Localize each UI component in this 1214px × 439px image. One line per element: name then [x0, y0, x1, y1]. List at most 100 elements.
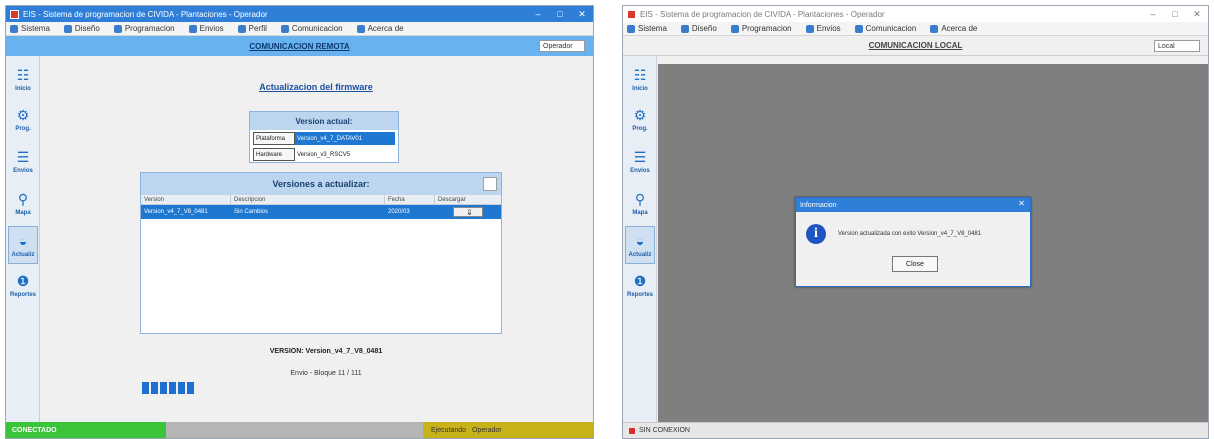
- dialog-ok-button[interactable]: Close: [892, 256, 938, 272]
- status-bar: CONECTADO Ejecutando Operador: [6, 422, 593, 438]
- minimize-icon[interactable]: –: [1142, 6, 1164, 22]
- close-icon[interactable]: ✕: [571, 6, 593, 22]
- dialog-body: i Version actualizada con exito Version_…: [796, 212, 1030, 244]
- maximize-icon[interactable]: □: [549, 6, 571, 22]
- pencil-icon: [63, 24, 72, 33]
- progress-block: [178, 382, 185, 394]
- map-pin-icon: ⚲: [17, 190, 29, 207]
- info-icon: i: [806, 224, 826, 244]
- sidebar-item-prog[interactable]: ⚙ Prog.: [8, 100, 38, 138]
- sidebar: ☷ Inicio ⚙ Prog. ☰ Envios ⚲ Mapa ◒ Actualiz ❶…: [623, 56, 657, 422]
- chart-icon: ❶: [633, 272, 647, 289]
- local-communication-window: EIS - Sistema de programacion de CIVIDA …: [622, 5, 1209, 439]
- user-select[interactable]: Operador: [539, 40, 585, 52]
- menu-item-perfil[interactable]: Perfil: [237, 24, 267, 33]
- connection-status: CONECTADO: [12, 426, 57, 434]
- mode-select[interactable]: Local: [1154, 40, 1200, 52]
- operator-status: Operador: [472, 426, 502, 434]
- sidebar-item-reportes[interactable]: ❶ Reportes: [8, 266, 38, 304]
- progress-block: [187, 382, 194, 394]
- send-icon: [805, 24, 814, 33]
- info-icon: [356, 24, 365, 33]
- disconnected-icon: [629, 427, 635, 434]
- menu-item-envios[interactable]: Envios: [188, 24, 224, 33]
- list-icon: ☰: [633, 148, 647, 165]
- home-icon: ☷: [633, 66, 647, 83]
- main-content: Actualizacion del firmware Version actua…: [41, 56, 593, 422]
- menu-item-programacion[interactable]: Programacion: [113, 24, 175, 33]
- menu-bar: Sistema Diseño Programacion Envios Comun…: [623, 22, 1208, 36]
- current-version-value[interactable]: Version_v4_7_DATAV01: [295, 132, 395, 145]
- section-title: COMUNICACION LOCAL: [868, 41, 963, 50]
- window-controls: – □ ✕: [1142, 6, 1208, 22]
- current-version-value[interactable]: Version_v3_RSCV5: [295, 148, 395, 161]
- sidebar-item-prog[interactable]: ⚙ Prog.: [625, 100, 655, 138]
- sidebar: ☷ Inicio ⚙ Prog. ☰ Envios ⚲ Mapa ◒ Actualiz ❶…: [6, 56, 40, 422]
- info-icon: [930, 24, 939, 33]
- sidebar-item-inicio[interactable]: ☷ Inicio: [8, 60, 38, 98]
- column-header[interactable]: Fecha: [385, 195, 435, 204]
- sidebar-item-reportes[interactable]: ❶ Reportes: [625, 266, 655, 304]
- network-icon: [280, 24, 289, 33]
- table-row[interactable]: Version_v4_7_V8_0481 Sin Cambios 2020/03…: [141, 205, 501, 219]
- home-icon: ☷: [16, 66, 30, 83]
- network-icon: [854, 24, 863, 33]
- minimize-icon[interactable]: –: [527, 6, 549, 22]
- section-title: COMUNICACION REMOTA: [249, 41, 350, 51]
- sidebar-item-envios[interactable]: ☰ Envios: [8, 142, 38, 180]
- section-header: COMUNICACION LOCAL Local: [623, 36, 1208, 56]
- firmware-update-window: EIS - Sistema de programacion de CIVIDA …: [5, 5, 594, 439]
- map-pin-icon: ⚲: [634, 190, 646, 207]
- close-icon[interactable]: ✕: [1186, 6, 1208, 22]
- download-icon: ◒: [635, 233, 645, 249]
- app-logo-icon: [627, 9, 636, 19]
- sidebar-item-envios[interactable]: ☰ Envios: [625, 142, 655, 180]
- menu-item-sistema[interactable]: Sistema: [627, 24, 667, 33]
- current-version-panel: Version actual: Plataforma Version_v4_7_…: [249, 111, 399, 163]
- cell-version: Version_v4_7_V8_0481: [144, 209, 208, 215]
- current-version-row: Hardware Version_v3_RSCV5: [250, 147, 398, 162]
- menu-item-diseno[interactable]: Diseño: [680, 24, 717, 33]
- info-dialog: Informacion ✕ i Version actualizada con …: [795, 197, 1031, 287]
- versions-heading: Versiones a actualizar:: [141, 173, 501, 195]
- column-header[interactable]: Descripcion: [231, 195, 385, 204]
- sidebar-item-actualiz[interactable]: ◒ Actualiz: [8, 226, 38, 264]
- menu-bar: Sistema Diseño Programacion Envios Perfi…: [6, 22, 593, 36]
- menu-item-comunicacion[interactable]: Comunicacion: [280, 24, 343, 33]
- run-status: Ejecutando: [431, 426, 467, 434]
- title-bar[interactable]: EIS - Sistema de programacion de CIVIDA …: [623, 6, 1208, 22]
- sending-block-text: Envio - Bloque 11 / 111: [290, 370, 362, 377]
- column-header[interactable]: Version: [141, 195, 231, 204]
- page-title: Actualizacion del firmware: [259, 82, 373, 92]
- status-bar-right: Ejecutando Operador: [423, 422, 593, 438]
- sidebar-item-inicio[interactable]: ☷ Inicio: [625, 60, 655, 98]
- list-icon: ☰: [16, 148, 30, 165]
- menu-item-diseno[interactable]: Diseño: [63, 24, 100, 33]
- close-panel-button[interactable]: [483, 177, 497, 191]
- download-icon: ◒: [18, 233, 28, 249]
- menu-item-acerca[interactable]: Acerca de: [930, 24, 977, 33]
- download-button[interactable]: ⇓: [453, 207, 483, 217]
- monitor-icon: [627, 24, 635, 33]
- menu-item-comunicacion[interactable]: Comunicacion: [854, 24, 916, 33]
- window-title: EIS - Sistema de programacion de CIVIDA …: [23, 9, 268, 19]
- maximize-icon[interactable]: □: [1164, 6, 1186, 22]
- menu-item-acerca[interactable]: Acerca de: [356, 24, 404, 33]
- versions-panel: Versiones a actualizar: Version Descripc…: [140, 172, 502, 334]
- progress-block: [160, 382, 167, 394]
- close-icon[interactable]: ✕: [1018, 199, 1025, 208]
- column-header[interactable]: Descargar: [435, 195, 501, 204]
- current-version-row: Plataforma Version_v4_7_DATAV01: [250, 131, 398, 146]
- gear-icon: [730, 24, 739, 33]
- sidebar-item-mapa[interactable]: ⚲ Mapa: [8, 184, 38, 222]
- sidebar-item-mapa[interactable]: ⚲ Mapa: [625, 184, 655, 222]
- status-bar-spacer: [166, 422, 423, 438]
- dialog-title-bar[interactable]: Informacion ✕: [796, 198, 1030, 212]
- title-bar[interactable]: EIS - Sistema de programacion de CIVIDA …: [6, 6, 593, 22]
- cell-date: 2020/03: [388, 209, 410, 215]
- menu-item-sistema[interactable]: Sistema: [10, 24, 50, 33]
- sidebar-item-actualiz[interactable]: ◒ Actualiz: [625, 226, 655, 264]
- current-version-key: Hardware: [253, 148, 295, 161]
- menu-item-envios[interactable]: Envios: [805, 24, 841, 33]
- menu-item-programacion[interactable]: Programacion: [730, 24, 792, 33]
